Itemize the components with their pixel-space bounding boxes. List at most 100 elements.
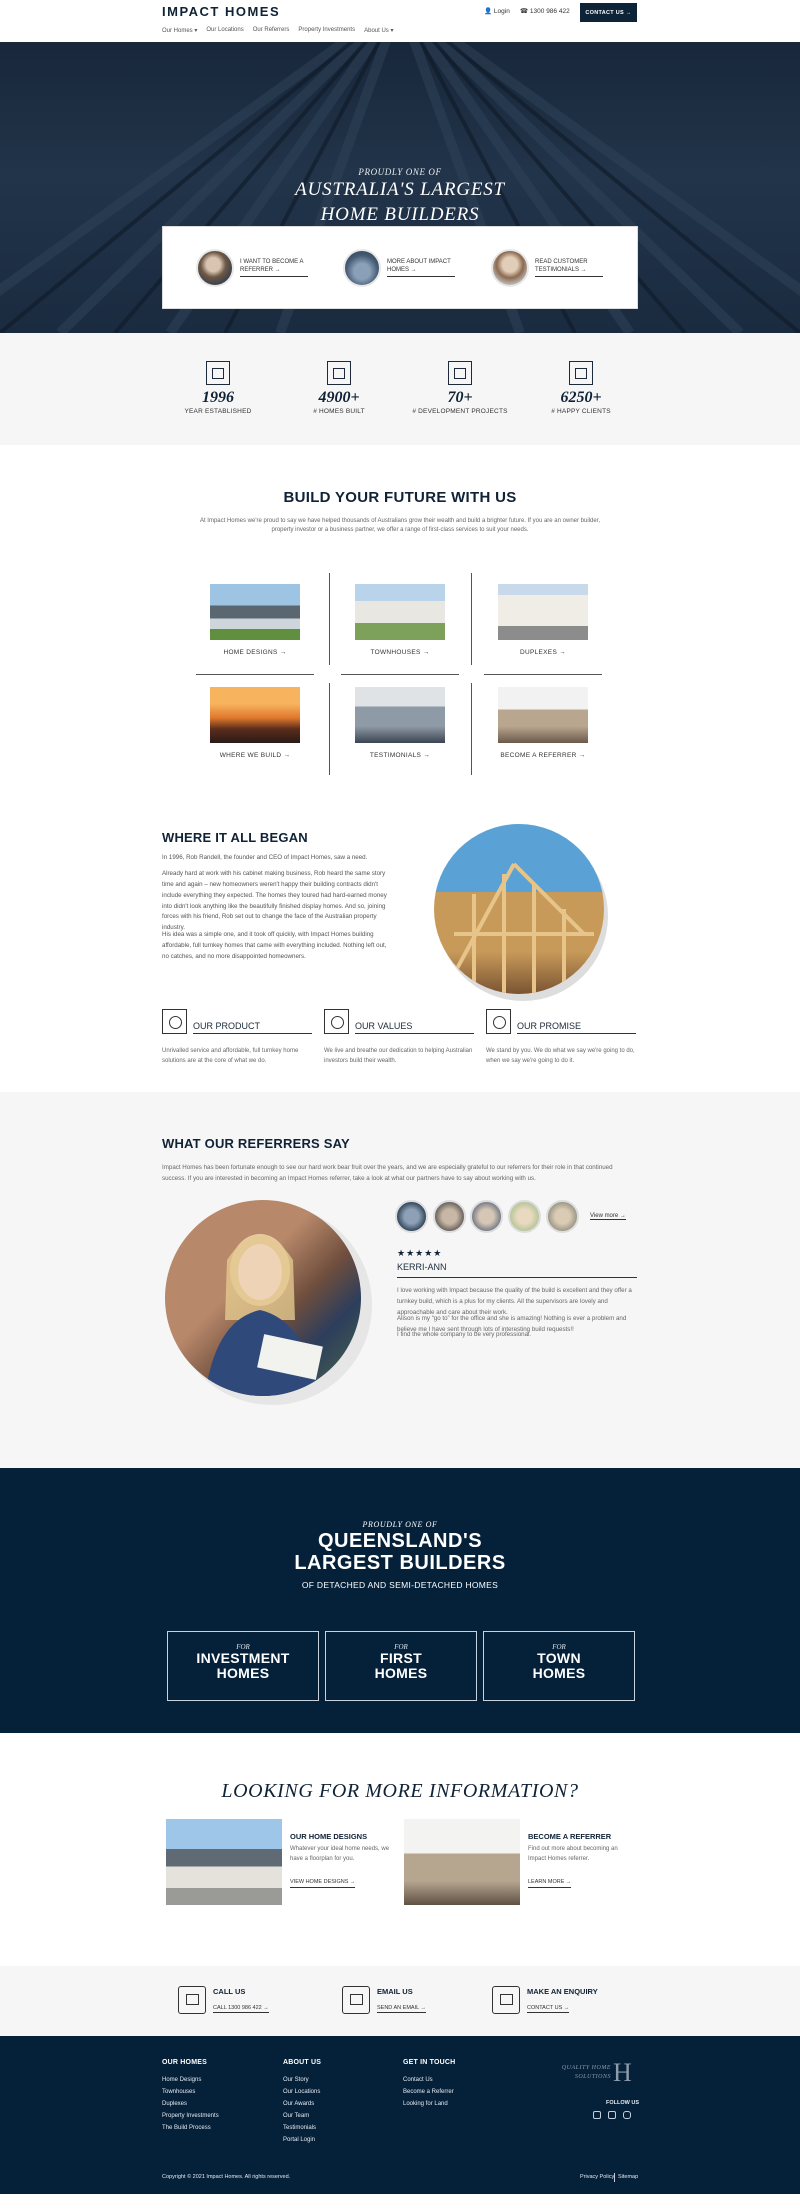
footer-link[interactable]: Home Designs [162, 2074, 219, 2086]
construction-photo [434, 824, 604, 994]
referrer-avatar-2[interactable] [433, 1200, 466, 1233]
began-title: WHERE IT ALL BEGAN [162, 830, 308, 845]
footer-link[interactable]: Our Locations [283, 2086, 321, 2098]
tile-become-referrer[interactable]: BECOME A REFERRER → [484, 674, 602, 778]
home-design-photo [210, 584, 300, 640]
tile-townhouses[interactable]: TOWNHOUSES → [341, 571, 459, 675]
footer-link[interactable]: Contact Us [403, 2074, 455, 2086]
view-home-designs-link[interactable]: VIEW HOME DESIGNS → [290, 1879, 356, 1888]
learn-more-link[interactable]: LEARN MORE → [528, 1879, 572, 1888]
footer-col-get-in-touch: GET IN TOUCH Contact Us Become a Referre… [403, 2059, 455, 2110]
footer-link[interactable]: Become a Referrer [403, 2086, 455, 2098]
footer-link[interactable]: Portal Login [283, 2134, 321, 2146]
values-icon [324, 1009, 349, 1034]
tile-where-we-build[interactable]: WHERE WE BUILD → [196, 674, 314, 778]
nav-our-homes[interactable]: Our Homes ▾ [162, 27, 197, 34]
referrer-portrait-graphic [205, 1234, 323, 1396]
qld-title-line-2: LARGEST BUILDERS [294, 1552, 506, 1574]
testimonials-link[interactable]: READ CUSTOMER TESTIMONIALS → [491, 249, 603, 287]
sitemap-link[interactable]: Sitemap [618, 2174, 638, 2180]
began-para-1: In 1996, Rob Randell, the founder and CE… [162, 854, 368, 861]
footer-link[interactable]: Our Story [283, 2074, 321, 2086]
phone-icon: ☎ [520, 8, 529, 15]
logo[interactable]: IMPACT HOMES [162, 4, 280, 19]
email-icon [342, 1986, 370, 2014]
linkedin-icon[interactable] [608, 2111, 616, 2119]
privacy-policy-link[interactable]: Privacy Policy [580, 2174, 614, 2180]
referrer-avatar-3[interactable] [470, 1200, 503, 1233]
instagram-icon[interactable] [593, 2111, 601, 2119]
referrer-quote-3: I find the whole company to be very prof… [397, 1331, 532, 1338]
qld-subtitle: OF DETACHED AND SEMI-DETACHED HOMES [301, 1580, 499, 1590]
send-email-link[interactable]: SEND AN EMAIL → [377, 2005, 427, 2013]
footer-col-our-homes: OUR HOMES Home Designs Townhouses Duplex… [162, 2059, 219, 2134]
began-para-3: His idea was a simple one, and it took o… [162, 931, 387, 960]
stat-clients: 6250+ # HAPPY CLIENTS [531, 361, 631, 415]
footer-link[interactable]: Property Investments [162, 2110, 219, 2122]
footer-col-about-us: ABOUT US Our Story Our Locations Our Awa… [283, 2059, 321, 2146]
footer-link[interactable]: Our Team [283, 2110, 321, 2122]
nav-our-referrers[interactable]: Our Referrers [253, 27, 290, 34]
tile-testimonials[interactable]: TESTIMONIALS → [341, 674, 459, 778]
timber-frame-graphic [452, 862, 594, 994]
nav-our-locations[interactable]: Our Locations [206, 27, 243, 34]
house-icon [327, 361, 351, 385]
stat-homes: 4900+ # HOMES BUILT [289, 361, 389, 415]
meeting-photo [498, 687, 588, 743]
hero-quick-links: I WANT TO BECOME A REFERRER → MORE ABOUT… [162, 226, 638, 309]
badge-h-icon: H [613, 2058, 632, 2087]
town-homes-button[interactable]: FOR TOWN HOMES [483, 1631, 635, 1701]
footer-link[interactable]: Townhouses [162, 2086, 219, 2098]
nav-about-us[interactable]: About Us ▾ [364, 27, 393, 34]
stats-bar: 1996 YEAR ESTABLISHED 4900+ # HOMES BUILT … [0, 333, 800, 445]
contact-us-button[interactable]: CONTACT US → [580, 3, 637, 22]
enquiry-block: MAKE AN ENQUIRY CONTACT US → [492, 1986, 598, 2014]
site-header: IMPACT HOMES 👤 Login ☎ 1300 986 422 CONT… [0, 0, 800, 42]
referrer-avatar-5[interactable] [546, 1200, 579, 1233]
become-referrer-link[interactable]: I WANT TO BECOME A REFERRER → [196, 249, 308, 287]
pillar-values: OUR VALUES We live and breathe our dedica… [324, 1009, 474, 1066]
phone-link[interactable]: ☎ 1300 986 422 [520, 7, 570, 15]
footer-link[interactable]: Looking for Land [403, 2098, 455, 2110]
referrer-avatar-1[interactable] [395, 1200, 428, 1233]
divider [471, 683, 472, 775]
family-photo [355, 687, 445, 743]
duplex-photo [498, 584, 588, 640]
call-us-block: CALL US CALL 1300 986 422 → [178, 1986, 269, 2014]
about-impact-link[interactable]: MORE ABOUT IMPACT HOMES → [343, 249, 455, 287]
referrers-title: WHAT OUR REFERRERS SAY [162, 1136, 350, 1151]
footer-link[interactable]: Our Awards [283, 2098, 321, 2110]
view-more-link[interactable]: View more → [590, 1213, 626, 1220]
footer-link[interactable]: Duplexes [162, 2098, 219, 2110]
referrer-avatar-4[interactable] [508, 1200, 541, 1233]
footer-link[interactable]: Testimonials [283, 2122, 321, 2134]
login-link[interactable]: 👤 Login [484, 7, 510, 15]
nav-property-investments[interactable]: Property Investments [298, 27, 355, 34]
footer-link[interactable]: The Build Process [162, 2122, 219, 2134]
hero-title-line-2: HOME BUILDERS [320, 204, 480, 225]
call-link[interactable]: CALL 1300 986 422 → [213, 2005, 269, 2013]
promise-icon [486, 1009, 511, 1034]
user-icon: 👤 [484, 8, 493, 15]
pillar-product: OUR PRODUCT Unrivalled service and afford… [162, 1009, 312, 1066]
product-icon [162, 1009, 187, 1034]
contact-us-link[interactable]: CONTACT US → [527, 2005, 570, 2013]
referrer-name: KERRI-ANN [397, 1262, 637, 1278]
youtube-icon[interactable] [623, 2111, 631, 2119]
more-info-title: LOOKING FOR MORE INFORMATION? [221, 1780, 579, 1802]
people-icon [569, 361, 593, 385]
copyright: Copyright © 2021 Impact Homes. All right… [162, 2174, 291, 2180]
email-us-block: EMAIL US SEND AN EMAIL → [342, 1986, 427, 2014]
divider [614, 2173, 615, 2182]
sunset-photo [210, 687, 300, 743]
tile-home-designs[interactable]: HOME DESIGNS → [196, 571, 314, 675]
first-homes-button[interactable]: FOR FIRST HOMES [325, 1631, 477, 1701]
referrers-subtitle: Impact Homes has been fortunate enough t… [162, 1164, 613, 1182]
stat-projects: 70+ # DEVELOPMENT PROJECTS [410, 361, 510, 415]
investment-homes-button[interactable]: FOR INVESTMENT HOMES [167, 1631, 319, 1701]
divider [471, 573, 472, 665]
main-nav: Our Homes ▾ Our Locations Our Referrers … [162, 27, 393, 34]
began-para-2: Already hard at work with his cabinet ma… [162, 870, 387, 932]
tile-duplexes[interactable]: DUPLEXES → [484, 571, 602, 675]
site-footer: OUR HOMES Home Designs Townhouses Duplex… [0, 2036, 800, 2194]
